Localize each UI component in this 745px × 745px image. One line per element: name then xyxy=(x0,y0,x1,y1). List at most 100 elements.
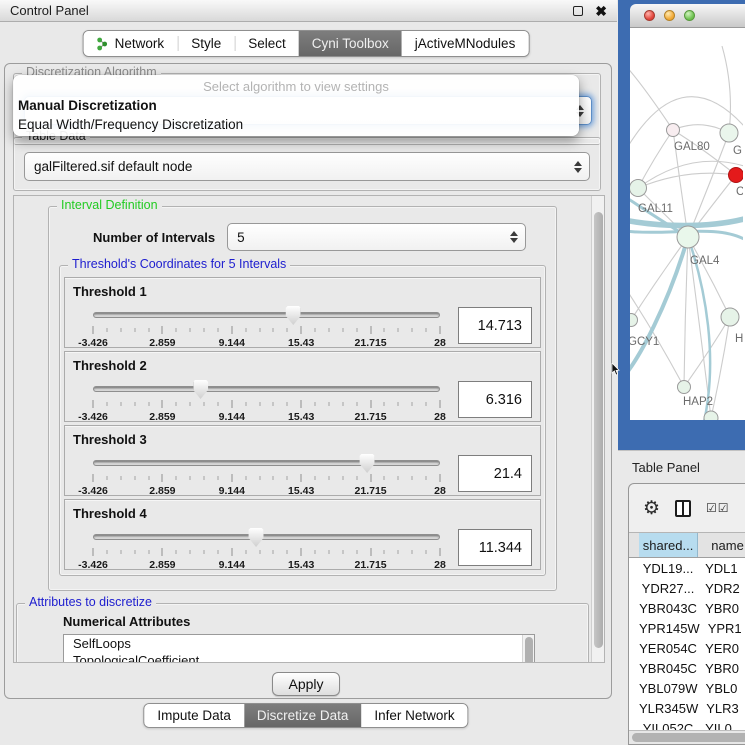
apply-button[interactable]: Apply xyxy=(272,672,339,696)
attribute-item[interactable]: SelfLoops xyxy=(64,635,534,652)
threshold-3-slider[interactable]: -3.4262.8599.14415.4321.71528 xyxy=(93,457,440,503)
name-cell[interactable]: YPR1 xyxy=(700,618,745,638)
name-cell[interactable]: YIL0 xyxy=(697,718,745,730)
table-row[interactable]: YDL19...YDL1 xyxy=(639,558,745,578)
slider-track[interactable] xyxy=(93,386,440,392)
tick-mark xyxy=(426,402,427,406)
dropdown-option-equal-width[interactable]: Equal Width/Frequency Discretization xyxy=(13,116,579,135)
vertical-scrollbar[interactable] xyxy=(591,196,604,662)
float-window-icon[interactable] xyxy=(573,6,583,16)
network-node[interactable] xyxy=(677,226,699,248)
horizontal-scrollbar[interactable] xyxy=(629,730,745,744)
slider-thumb[interactable] xyxy=(360,454,375,473)
shared-name-cell[interactable]: YIL052C xyxy=(639,718,697,730)
name-cell[interactable]: YER0 xyxy=(697,638,745,658)
slider-track[interactable] xyxy=(93,312,440,318)
table-row[interactable]: YPR145WYPR1 xyxy=(639,618,745,638)
threshold-2-value-field[interactable]: 6.316 xyxy=(458,381,532,418)
name-cell[interactable]: YBR0 xyxy=(697,598,745,618)
column-header-shared-name[interactable]: shared... xyxy=(639,533,698,557)
table-row[interactable]: YER054CYER0 xyxy=(639,638,745,658)
threshold-4-slider[interactable]: -3.4262.8599.14415.4321.71528 xyxy=(93,531,440,577)
threshold-4-value-field[interactable]: 11.344 xyxy=(458,529,532,566)
tab-style[interactable]: Style xyxy=(178,31,234,56)
split-view-icon[interactable] xyxy=(675,500,691,517)
table-row[interactable]: YBR043CYBR0 xyxy=(639,598,745,618)
threshold-2-slider[interactable]: -3.4262.8599.14415.4321.71528 xyxy=(93,383,440,429)
slider-thumb[interactable] xyxy=(193,380,208,399)
shared-name-cell[interactable]: YBR043C xyxy=(639,598,697,618)
slider-ticks xyxy=(93,326,440,335)
dropdown-option-manual[interactable]: Manual Discretization xyxy=(13,97,579,116)
close-icon[interactable]: ✖ xyxy=(595,4,607,18)
shared-name-cell[interactable]: YDR27... xyxy=(639,578,697,598)
shared-name-cell[interactable]: YBR045C xyxy=(639,658,697,678)
vertical-scrollbar-thumb[interactable] xyxy=(594,212,603,648)
minimize-traffic-light-icon[interactable] xyxy=(664,10,675,21)
attributes-scrollbar[interactable] xyxy=(522,635,534,662)
close-traffic-light-icon[interactable] xyxy=(644,10,655,21)
tab-impute-data[interactable]: Impute Data xyxy=(144,704,244,727)
tab-select[interactable]: Select xyxy=(235,31,299,56)
network-node[interactable] xyxy=(630,314,638,327)
tick-mark xyxy=(245,476,246,480)
zoom-traffic-light-icon[interactable] xyxy=(684,10,695,21)
threshold-1-value-field[interactable]: 14.713 xyxy=(458,307,532,344)
slider-ticks xyxy=(93,474,440,483)
table-row[interactable]: YDR27...YDR2 xyxy=(639,578,745,598)
threshold-3-value-field[interactable]: 21.4 xyxy=(458,455,532,492)
select-columns-icon[interactable]: ☑☑ xyxy=(706,501,730,515)
gear-icon[interactable]: ⚙ xyxy=(643,499,660,518)
slider-track[interactable] xyxy=(93,534,440,540)
settings-scroll-region: Interval Definition Number of Intervals … xyxy=(13,195,605,663)
horizontal-scrollbar-thumb[interactable] xyxy=(632,733,745,742)
table-row[interactable]: YBL079WYBL0 xyxy=(639,678,745,698)
dropdown-prompt-item[interactable]: Select algorithm to view settings xyxy=(13,78,579,97)
slider-thumb[interactable] xyxy=(249,528,264,547)
threshold-slider-row: -3.4262.8599.14415.4321.71528 14.713 xyxy=(73,301,532,355)
name-cell[interactable]: YBL0 xyxy=(698,678,745,698)
name-cell[interactable]: YDL1 xyxy=(697,558,745,578)
name-cell[interactable]: YDR2 xyxy=(697,578,745,598)
attribute-item[interactable]: TopologicalCoefficient xyxy=(64,652,534,662)
column-header-name[interactable]: name xyxy=(698,533,745,557)
network-node[interactable] xyxy=(704,411,718,420)
threshold-1-slider[interactable]: -3.4262.8599.14415.4321.71528 xyxy=(93,309,440,355)
network-node[interactable] xyxy=(678,381,691,394)
tab-jactivemnodules[interactable]: jActiveMNodules xyxy=(402,31,529,56)
number-of-intervals-select[interactable]: 5 xyxy=(227,223,526,251)
tick-label: 2.859 xyxy=(149,485,175,497)
slider-track[interactable] xyxy=(93,460,440,466)
tick-mark xyxy=(315,550,316,554)
network-node[interactable] xyxy=(721,308,739,326)
shared-name-cell[interactable]: YDL19... xyxy=(639,558,697,578)
threshold-boxes: Threshold 1-3.4262.8599.14415.4321.71528… xyxy=(62,277,543,570)
tab-network[interactable]: Network xyxy=(84,31,178,56)
numerical-attributes-list[interactable]: SelfLoopsTopologicalCoefficientBetweenne… xyxy=(63,634,535,662)
node-label: H xyxy=(735,333,743,345)
table-row[interactable]: YIL052CYIL0 xyxy=(639,718,745,730)
network-canvas[interactable]: GAL80GCGAL11GAL4GCY1HHAP2 xyxy=(630,28,745,420)
shared-name-cell[interactable]: YPR145W xyxy=(639,618,700,638)
shared-name-cell[interactable]: YBL079W xyxy=(639,678,698,698)
tick-mark xyxy=(370,326,371,334)
tab-infer-network[interactable]: Infer Network xyxy=(361,704,467,727)
table-row[interactable]: YBR045CYBR0 xyxy=(639,658,745,678)
table-row[interactable]: YLR345WYLR3 xyxy=(639,698,745,718)
network-node[interactable] xyxy=(729,168,744,183)
tab-discretize-data[interactable]: Discretize Data xyxy=(244,704,362,727)
name-cell[interactable]: YBR0 xyxy=(697,658,745,678)
threshold-slider-row: -3.4262.8599.14415.4321.71528 21.4 xyxy=(73,449,532,503)
tab-cyni-toolbox[interactable]: Cyni Toolbox xyxy=(299,31,402,56)
name-cell[interactable]: YLR3 xyxy=(698,698,745,718)
network-node[interactable] xyxy=(720,124,738,142)
shared-name-cell[interactable]: YER054C xyxy=(639,638,697,658)
attributes-scrollbar-thumb[interactable] xyxy=(525,637,533,662)
network-node[interactable] xyxy=(667,124,680,137)
network-node[interactable] xyxy=(630,180,647,197)
tick-label: 28 xyxy=(434,559,446,571)
table-data-select[interactable]: galFiltered.sif default node xyxy=(24,152,590,181)
shared-name-cell[interactable]: YLR345W xyxy=(639,698,698,718)
tick-mark xyxy=(370,474,371,482)
slider-thumb[interactable] xyxy=(286,306,301,325)
